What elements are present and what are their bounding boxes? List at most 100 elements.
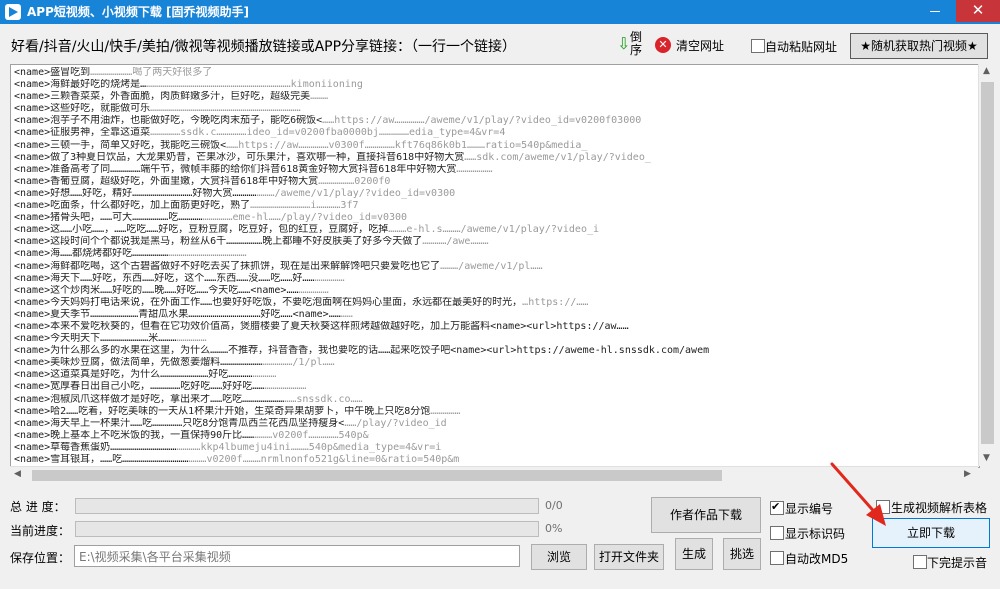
url-line-text: <name>盛冒吃到 bbox=[14, 67, 91, 78]
pick-button[interactable]: 挑选 bbox=[723, 538, 761, 570]
url-line-text: <name>香葡豆腐，超级好吃，外面里嫩，大赏抖音618年中好物大赏 bbox=[14, 175, 319, 187]
url-line-text: <name>夏天季节……………………青甜瓜水果………………………………好吃……<… bbox=[14, 308, 341, 320]
close-button[interactable]: ✕ bbox=[956, 0, 1000, 22]
url-line-blurred: ……………ssdk.c……………ideo_id=v0200fba0000bj……… bbox=[150, 127, 506, 139]
url-line-text: <name>海天下……好吃，东西……好吃，这个……东西……没……吃……好…… bbox=[14, 272, 315, 284]
url-line-text: <name>三颗香菜菜，外香面脆，肉质鲜嫩多汁，巨好吃，超级完美 bbox=[14, 91, 311, 103]
scroll-down-icon[interactable]: ▼ bbox=[983, 453, 990, 463]
url-textarea[interactable]: <name>盛冒吃到…………………喝了两天好很多了 <name>海鲜最好吃的烧烤是… bbox=[10, 64, 980, 468]
url-line: <name>海……都烧烤都好吃………………………………………………… bbox=[14, 248, 969, 260]
url-line: <name>吃面条，什么都好吃，加上面筋更好吃，熟了…………………………i………… bbox=[14, 200, 969, 212]
scroll-left-icon[interactable]: ◀ bbox=[14, 469, 21, 479]
url-line-blurred: …………… bbox=[176, 333, 207, 345]
window-title: APP短视频、小视频下载 [固乔视频助手] bbox=[27, 5, 250, 19]
scroll-up-icon[interactable]: ▲ bbox=[983, 66, 990, 76]
save-location-label: 保存位置： bbox=[10, 551, 71, 565]
vertical-scrollbar[interactable]: ▲ ▼ bbox=[978, 64, 996, 466]
auto-md5-label[interactable]: 自动改MD5 bbox=[785, 550, 848, 567]
reverse-order-button[interactable]: 倒序 bbox=[630, 31, 644, 57]
auto-paste-checkbox[interactable] bbox=[751, 39, 765, 53]
url-line: <name>这个炒肉米……好吃的……晚……好吃……今天吃……<name>…………… bbox=[14, 285, 969, 297]
vertical-scroll-thumb[interactable] bbox=[981, 82, 994, 444]
url-line: <name>海鲜最好吃的烧烤是…………………………………………………………………… bbox=[14, 79, 969, 91]
url-line: <name>美味炒豆腐，做法简单，先做葱姜熘料………………………………/1/pl… bbox=[14, 357, 969, 369]
url-line: <name>哈2……吃着，好吃美味的一天从1杯果汁开始，生菜奇异果胡萝卜，中午晚… bbox=[14, 406, 969, 418]
url-line: <name>这段时间个个都说我是黑马，粉丝从6千………………晚上都睡不好皮肤美了… bbox=[14, 236, 969, 248]
url-line: <name>宽厚春日出自己小吃，……………吃好吃……好好吃……………………… bbox=[14, 381, 969, 393]
url-line-text: <name>这道菜真是好吃，为什么……………………好吃………… bbox=[14, 369, 253, 381]
url-line-text: <name>泡椒凤爪这样做才是好吃，拿出来才……吃吃………………… bbox=[14, 393, 285, 405]
url-line-text: <name>哈2……吃着，好吃美味的一天从1杯果汁开始，生菜奇异果胡萝卜，中午晚… bbox=[14, 405, 431, 417]
url-line: <name>这……小吃……，……吃吃……好吃，豆粉豆腐，吃豆好，包的红豆，豆腐好… bbox=[14, 224, 969, 236]
save-path-input[interactable]: E:\视频采集\各平台采集视频 bbox=[74, 545, 520, 567]
author-works-download-button[interactable]: 作者作品下载 bbox=[651, 497, 761, 533]
total-progress-bar bbox=[75, 498, 539, 514]
url-line-blurred: …………… bbox=[430, 405, 461, 417]
total-progress-value: 0/0 bbox=[545, 499, 563, 512]
url-line-text: <name>晚上基本上不吃米饭的我，一直保持90斤比…… bbox=[14, 429, 255, 441]
url-line-blurred: ……………eme-hl……/play/?video_id=v0300 bbox=[202, 212, 408, 224]
url-line-blurred: …………kkp4lbumeju4ini………540p&media_type=4&… bbox=[176, 441, 442, 453]
url-line-blurred: ……………… bbox=[456, 163, 493, 175]
url-line-text: <name>宽厚春日出自己小吃，……………吃好吃……好好吃…… bbox=[14, 381, 265, 393]
url-line: <name>为什么那么多的水果在这里，为什么………不推荐，抖音香香，我也要吃的话… bbox=[14, 345, 969, 357]
url-line: <name>做了3种夏日饮品，大龙果奶昔，芒果冰沙，可乐果汁，喜欢哪一种，直接抖… bbox=[14, 152, 969, 164]
open-folder-button[interactable]: 打开文件夹 bbox=[594, 544, 664, 570]
url-line: <name>泡芋子不用油炸，也能做好吃，今晚吃肉末茄子，能吃6碗饭<……http… bbox=[14, 115, 969, 127]
url-line-text: <name>海……都烧烤都好吃……………… bbox=[14, 248, 169, 260]
url-line-blurred: ………………………………… bbox=[168, 248, 247, 260]
notify-sound-label[interactable]: 下完提示音 bbox=[927, 554, 987, 571]
url-line-blurred: ……snssdk.co…… bbox=[284, 393, 363, 405]
url-line-text: <name>海鲜都吃喝，这个古碧酱做好不好吃去买了抹抓饼，现在是出来解解馋吧只要… bbox=[14, 260, 441, 272]
url-line: <name>泡椒凤爪这样做才是好吃，拿出来才……吃吃………………………snssd… bbox=[14, 394, 969, 406]
url-line: <name>本来不爱吃秋葵的，但看在它功效价值高，煲腊楼要了夏天秋葵这样煎烤越做… bbox=[14, 321, 969, 333]
url-line-text: <name>这个炒肉米……好吃的……晚……好吃……今天吃……<name>…… bbox=[14, 284, 299, 296]
generate-button[interactable]: 生成 bbox=[675, 538, 713, 570]
auto-paste-label[interactable]: 自动粘贴网址 bbox=[765, 38, 837, 55]
url-line: <name>三顿一手，简单又好吃，我能吃三碗饭<……https://aw…………… bbox=[14, 140, 969, 152]
instruction-label: 好看/抖音/火山/快手/美拍/微视等视频播放链接或APP分享链接：（一行一个链接… bbox=[11, 39, 517, 55]
show-number-checkbox[interactable] bbox=[770, 500, 784, 515]
browse-button[interactable]: 浏览 bbox=[531, 544, 587, 570]
url-line-text: <name>三顿一手，简单又好吃，我能吃三碗饭< bbox=[14, 139, 227, 151]
download-arrow-icon: ⇩ bbox=[617, 34, 631, 53]
url-lines: <name>盛冒吃到…………………喝了两天好很多了 <name>海鲜最好吃的烧烤是… bbox=[14, 67, 969, 467]
url-line: <name>夏天季节……………………青甜瓜水果………………………………好吃……<… bbox=[14, 309, 969, 321]
url-line-text: <name>海鲜最好吃的烧烤是… bbox=[14, 79, 147, 91]
clear-urls-button[interactable]: 清空网址 bbox=[676, 37, 724, 54]
url-line-blurred: …………………喝了两天好很多了 bbox=[90, 67, 213, 78]
app-icon bbox=[5, 4, 21, 20]
url-line-blurred: ………………………………………………………………kimoniioning bbox=[146, 79, 363, 91]
url-line-blurred: …………………………i…………3f7 bbox=[250, 200, 359, 212]
url-line-text: <name>今天明天下……………………米……… bbox=[14, 333, 177, 345]
url-line: <name>晚上基本上不吃米饭的我，一直保持90斤比……………v0200f………… bbox=[14, 430, 969, 442]
clear-icon[interactable]: ✕ bbox=[655, 37, 671, 53]
horizontal-scroll-thumb[interactable] bbox=[32, 470, 722, 481]
url-line-text: <name>为什么那么多的水果在这里，为什么………不推荐，抖音香香，我也要吃的话… bbox=[14, 345, 710, 357]
url-line-blurred: ………………………………………………………………… bbox=[150, 103, 301, 115]
url-line-blurred: ……… bbox=[310, 91, 329, 103]
url-line-blurred: ………/aweme/v1/pl…… bbox=[440, 260, 543, 272]
scroll-right-icon[interactable]: ▶ bbox=[964, 469, 971, 479]
current-progress-label: 当前进度： bbox=[10, 524, 71, 538]
generate-table-label[interactable]: 生成视频解析表格 bbox=[891, 499, 987, 516]
red-arrow-icon bbox=[830, 462, 886, 526]
url-line: <name>猪骨头吧，……可大………………吃………………………eme-hl……/… bbox=[14, 212, 969, 224]
url-line-blurred: ………v0200f………nrmlnonfo521g&line=0&ratio=5… bbox=[188, 454, 460, 465]
url-line-blurred: …………/awe……… bbox=[422, 236, 489, 248]
url-line-blurred: …… bbox=[340, 308, 353, 320]
current-progress-value: 0% bbox=[545, 522, 563, 535]
auto-md5-checkbox[interactable] bbox=[770, 551, 784, 565]
url-line: <name>盛冒吃到…………………喝了两天好很多了 bbox=[14, 67, 969, 79]
random-hot-video-button[interactable]: ★随机获取热门视频★ bbox=[850, 33, 988, 59]
url-line-text: <name>美味炒豆腐，做法简单，先做葱姜熘料………………… bbox=[14, 357, 263, 369]
url-line-text: <name>这些好吃，就能做可乐 bbox=[14, 103, 151, 115]
url-line-text: <name>泡芋子不用油炸，也能做好吃，今晚吃肉末茄子，能吃6碗饭< bbox=[14, 115, 323, 127]
minimize-button[interactable] bbox=[914, 0, 956, 22]
url-line-blurred: ……sdk.com/aweme/v1/play/?video_ bbox=[464, 151, 651, 163]
notify-sound-checkbox[interactable] bbox=[913, 555, 927, 569]
show-tag-checkbox[interactable] bbox=[770, 526, 784, 540]
url-line-text: <name>征服男神，全靠这道菜 bbox=[14, 127, 151, 139]
title-bar: APP短视频、小视频下载 [固乔视频助手] ✕ bbox=[0, 0, 1000, 24]
url-line-blurred: ………/aweme/v1/play/?video_id=v0300 bbox=[256, 187, 456, 199]
